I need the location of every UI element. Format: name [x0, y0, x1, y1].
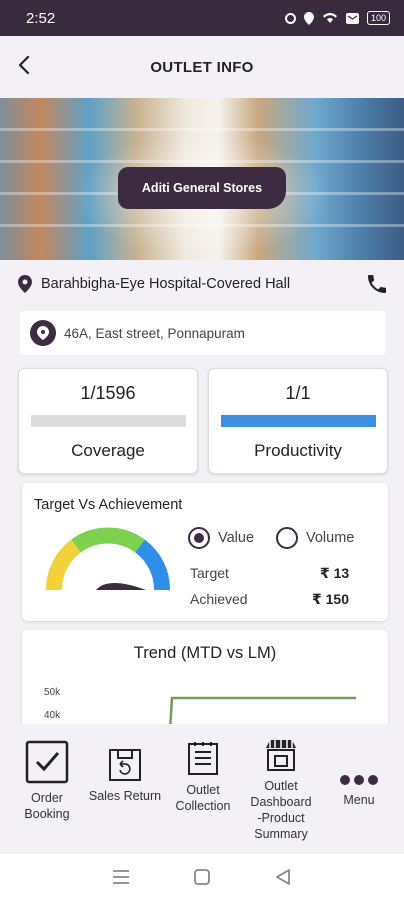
radio-volume-label: Volume	[306, 530, 355, 546]
achieved-label: Achieved	[190, 591, 248, 607]
gauge-segment-blue	[134, 539, 170, 591]
nav-outlet-dashboard[interactable]: Outlet Dashboard -Product Summary	[244, 738, 318, 842]
productivity-card[interactable]: 1/1 Productivity	[208, 368, 388, 474]
nav-order-booking-label: Order Booking	[24, 791, 70, 821]
location-marker-icon	[30, 320, 56, 346]
location-status-icon	[303, 11, 314, 25]
nav-order-booking[interactable]: Order Booking	[22, 740, 72, 822]
nav-outlet-dashboard-label: Outlet Dashboard -Product Summary	[250, 779, 312, 841]
gauge-segment-yellow	[46, 539, 82, 591]
nav-outlet-collection[interactable]: Outlet Collection	[170, 740, 236, 814]
recent-apps-button[interactable]	[109, 865, 133, 889]
nav-outlet-collection-label: Outlet Collection	[175, 783, 231, 813]
status-time: 2:52	[26, 9, 56, 27]
more-dots-icon	[340, 775, 378, 785]
nav-menu[interactable]: Menu	[334, 774, 384, 808]
map-pin-icon	[18, 275, 32, 293]
trend-card: Trend (MTD vs LM) 50k 40k	[22, 630, 388, 730]
address-text: 46A, East street, Ponnapuram	[64, 325, 245, 341]
coverage-value: 1/1596	[80, 383, 136, 403]
coverage-card[interactable]: 1/1596 Coverage	[18, 368, 198, 474]
radio-value-label: Value	[218, 530, 255, 546]
radio-volume[interactable]: Volume	[276, 527, 354, 549]
target-achievement-card: Target Vs Achievement Value Volume Targe…	[22, 483, 388, 621]
outlet-location-row: Barahbigha-Eye Hospital-Covered Hall	[0, 262, 404, 306]
nav-sales-return[interactable]: Sales Return	[84, 740, 166, 804]
target-label: Target	[190, 565, 229, 581]
store-name-badge: Aditi General Stores	[118, 167, 286, 209]
sync-icon	[284, 12, 296, 24]
back-arrow-icon	[18, 55, 30, 75]
trend-title: Trend (MTD vs LM)	[133, 644, 277, 662]
recent-apps-icon	[112, 870, 129, 884]
sales-return-icon	[109, 749, 141, 781]
tick-label-50k: 50k	[44, 687, 61, 698]
order-booking-icon	[25, 740, 69, 784]
store-icon	[266, 740, 296, 771]
radio-volume-circle	[276, 527, 298, 549]
wifi-icon	[322, 13, 337, 23]
radio-value[interactable]: Value	[188, 527, 254, 549]
phone-icon[interactable]	[368, 275, 386, 293]
battery-indicator: 100	[366, 11, 390, 25]
home-icon	[194, 869, 210, 885]
tick-label-40k: 40k	[44, 710, 61, 721]
productivity-progress-bar	[221, 415, 376, 427]
gauge-needle	[96, 583, 146, 590]
target-title: Target Vs Achievement	[34, 497, 183, 513]
radio-value-circle	[188, 527, 210, 549]
app-header: OUTLET INFO	[0, 36, 404, 98]
trend-chart: 50k 40k	[44, 687, 356, 730]
outlet-collection-icon	[188, 742, 218, 775]
home-button[interactable]	[190, 865, 214, 889]
nav-sales-return-label: Sales Return	[88, 789, 162, 803]
system-nav-bar	[0, 854, 404, 900]
productivity-value: 1/1	[285, 383, 311, 403]
target-value: ₹ 13	[320, 565, 350, 581]
achieved-value: ₹ 150	[312, 591, 349, 607]
gauge-segment-green	[71, 527, 145, 553]
system-back-button[interactable]	[271, 865, 295, 889]
status-bar: 2:52 100	[0, 0, 404, 36]
address-card: 46A, East street, Ponnapuram	[20, 311, 386, 355]
triangle-back-icon	[276, 869, 291, 885]
back-button[interactable]	[14, 54, 40, 80]
message-icon	[345, 12, 359, 24]
coverage-label: Coverage	[71, 441, 145, 460]
outlet-location: Barahbigha-Eye Hospital-Covered Hall	[41, 276, 291, 292]
nav-menu-label: Menu	[343, 793, 375, 807]
bottom-nav: Order Booking Sales Return Outlet Collec…	[0, 724, 404, 854]
productivity-label: Productivity	[254, 441, 342, 460]
achievement-gauge	[46, 527, 170, 591]
coverage-progress-bar	[31, 415, 186, 427]
page-title: OUTLET INFO	[150, 58, 254, 76]
status-icons: 100	[284, 11, 390, 25]
